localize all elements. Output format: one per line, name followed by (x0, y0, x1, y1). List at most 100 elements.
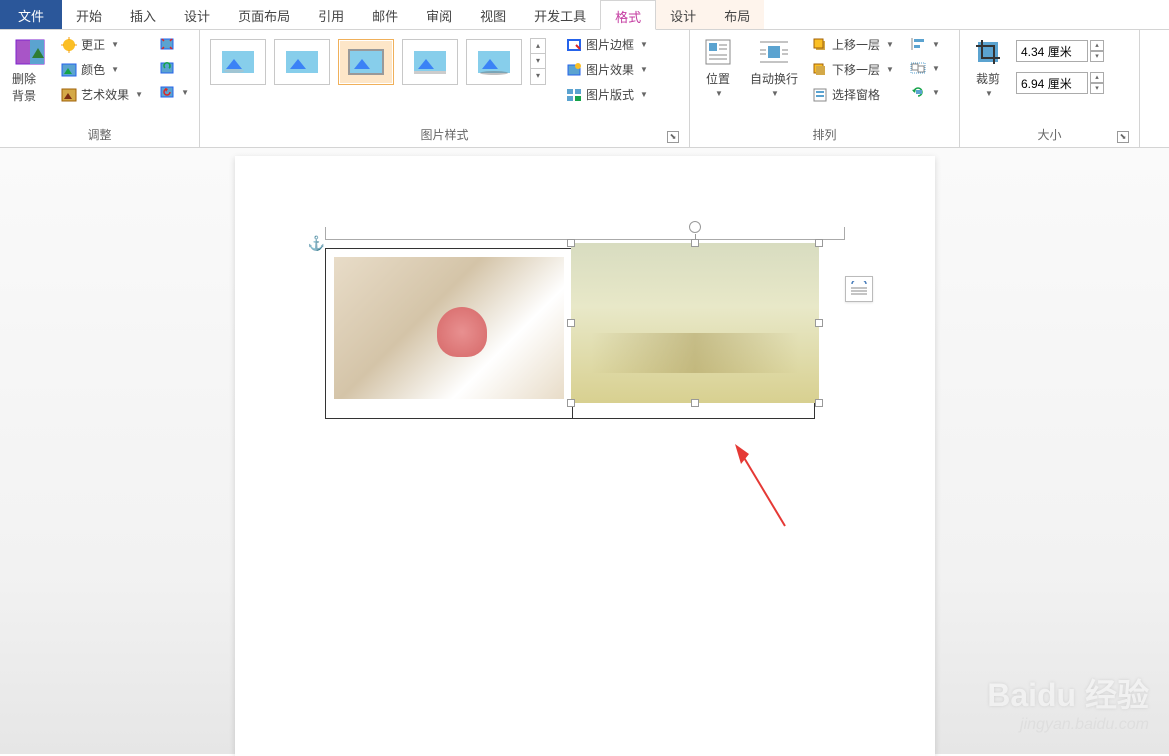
resize-handle-s[interactable] (691, 399, 699, 407)
resize-handle-nw[interactable] (567, 239, 575, 247)
crop-button[interactable]: 裁剪 ▼ (966, 34, 1010, 100)
layout-icon (566, 87, 582, 103)
picture-style-4[interactable] (402, 39, 458, 85)
ribbon-tabs: 文件 开始 插入 设计 页面布局 引用 邮件 审阅 视图 开发工具 格式 设计 … (0, 0, 1169, 30)
tab-format[interactable]: 格式 (600, 0, 656, 30)
group-arrange-label: 排列 (696, 124, 953, 147)
artistic-label: 艺术效果 (81, 86, 129, 103)
height-field[interactable]: 4.34 厘米 (1016, 40, 1088, 62)
selection-pane-button[interactable]: 选择窗格 (808, 84, 898, 105)
backward-label: 下移一层 (832, 61, 880, 78)
picture-style-5[interactable] (466, 39, 522, 85)
height-spin-up[interactable]: ▴ (1090, 40, 1104, 51)
height-input-row: 4.34 厘米 ▴▾ (1014, 40, 1104, 62)
dropdown-arrow-icon: ▼ (111, 40, 119, 49)
gallery-more[interactable]: ▾ (531, 69, 545, 84)
table-cell-1[interactable]: ⚓ (325, 249, 572, 419)
tab-references[interactable]: 引用 (304, 0, 358, 29)
resize-handle-n[interactable] (691, 239, 699, 247)
rotation-handle[interactable] (689, 221, 701, 233)
width-spin-down[interactable]: ▾ (1090, 83, 1104, 94)
resize-handle-e[interactable] (815, 319, 823, 327)
position-button[interactable]: 位置 ▼ (696, 34, 740, 100)
change-picture-button[interactable] (155, 58, 193, 78)
picture-border-button[interactable]: 图片边框 ▼ (562, 34, 652, 55)
table-cell-2[interactable] (572, 249, 814, 419)
group-size-label: 大小 (1037, 128, 1061, 142)
resize-handle-w[interactable] (567, 319, 575, 327)
tab-file[interactable]: 文件 (0, 0, 62, 29)
width-field[interactable]: 6.94 厘米 (1016, 72, 1088, 94)
inserted-image-2[interactable] (571, 243, 819, 403)
reset-picture-button[interactable]: ▼ (155, 82, 193, 102)
group-objects-button[interactable]: ▼ (906, 58, 944, 78)
dropdown-arrow-icon: ▼ (640, 40, 648, 49)
color-label: 颜色 (81, 61, 105, 78)
anchor-icon: ⚓ (308, 235, 325, 252)
bring-forward-button[interactable]: 上移一层 ▼ (808, 34, 898, 55)
compress-icon (159, 36, 175, 52)
tab-review[interactable]: 审阅 (412, 0, 466, 29)
styles-dialog-launcher[interactable]: ⬊ (667, 131, 679, 143)
inserted-image-1[interactable] (334, 257, 564, 399)
resize-handle-ne[interactable] (815, 239, 823, 247)
width-spin-up[interactable]: ▴ (1090, 72, 1104, 83)
picture-style-1[interactable] (210, 39, 266, 85)
corrections-label: 更正 (81, 36, 105, 53)
height-spin-down[interactable]: ▾ (1090, 51, 1104, 62)
rotate-icon (910, 84, 926, 100)
align-button[interactable]: ▼ (906, 34, 944, 54)
picture-style-gallery: ▴ ▾ ▾ (206, 34, 550, 89)
selected-image-wrapper[interactable] (571, 243, 819, 403)
dropdown-arrow-icon: ▼ (640, 90, 648, 99)
effects-icon (566, 62, 582, 78)
tab-table-design[interactable]: 设计 (656, 0, 710, 29)
tab-mailings[interactable]: 邮件 (358, 0, 412, 29)
compress-pictures-button[interactable] (155, 34, 193, 54)
dropdown-arrow-icon: ▼ (886, 65, 894, 74)
corrections-button[interactable]: 更正 ▼ (57, 34, 147, 55)
artistic-icon (61, 87, 77, 103)
annotation-arrow (725, 436, 805, 536)
rotate-button[interactable]: ▼ (906, 82, 944, 102)
size-dialog-launcher[interactable]: ⬊ (1117, 131, 1129, 143)
wrap-label: 自动换行 (750, 70, 798, 87)
tab-home[interactable]: 开始 (62, 0, 116, 29)
tab-table-layout[interactable]: 布局 (710, 0, 764, 29)
document-area: ⚓ (0, 148, 1169, 754)
selection-pane-icon (812, 87, 828, 103)
remove-background-button[interactable]: 删除背景 (6, 34, 53, 106)
selection-pane-label: 选择窗格 (832, 86, 880, 103)
position-icon (702, 36, 734, 68)
tab-design[interactable]: 设计 (170, 0, 224, 29)
picture-effects-button[interactable]: 图片效果 ▼ (562, 59, 652, 80)
picture-layout-button[interactable]: 图片版式 ▼ (562, 84, 652, 105)
gallery-scroll-down[interactable]: ▾ (531, 54, 545, 69)
align-icon (910, 36, 926, 52)
content-table: ⚓ (325, 248, 815, 419)
wrap-text-button[interactable]: 自动换行 ▼ (744, 34, 804, 100)
send-backward-button[interactable]: 下移一层 ▼ (808, 59, 898, 80)
resize-handle-sw[interactable] (567, 399, 575, 407)
tab-developer[interactable]: 开发工具 (520, 0, 600, 29)
picture-style-3-selected[interactable] (338, 39, 394, 85)
tab-view[interactable]: 视图 (466, 0, 520, 29)
color-button[interactable]: 颜色 ▼ (57, 59, 147, 80)
resize-handle-se[interactable] (815, 399, 823, 407)
tab-insert[interactable]: 插入 (116, 0, 170, 29)
group-size: 裁剪 ▼ 4.34 厘米 ▴▾ 6.94 厘米 ▴▾ 大小⬊ (960, 30, 1140, 147)
forward-icon (812, 37, 828, 53)
document-page[interactable]: ⚓ (235, 156, 935, 756)
watermark-logo: Baidu 经验 (987, 670, 1149, 716)
artistic-effects-button[interactable]: 艺术效果 ▼ (57, 84, 147, 105)
picture-style-2[interactable] (274, 39, 330, 85)
group-styles-label: 图片样式 (420, 128, 468, 142)
dropdown-arrow-icon: ▼ (771, 89, 779, 98)
gallery-scroll-up[interactable]: ▴ (531, 39, 545, 54)
crop-icon (972, 36, 1004, 68)
remove-bg-icon (14, 36, 46, 68)
width-input-row: 6.94 厘米 ▴▾ (1014, 72, 1104, 94)
tab-page-layout[interactable]: 页面布局 (224, 0, 304, 29)
layout-options-button[interactable] (845, 276, 873, 302)
corrections-icon (61, 37, 77, 53)
